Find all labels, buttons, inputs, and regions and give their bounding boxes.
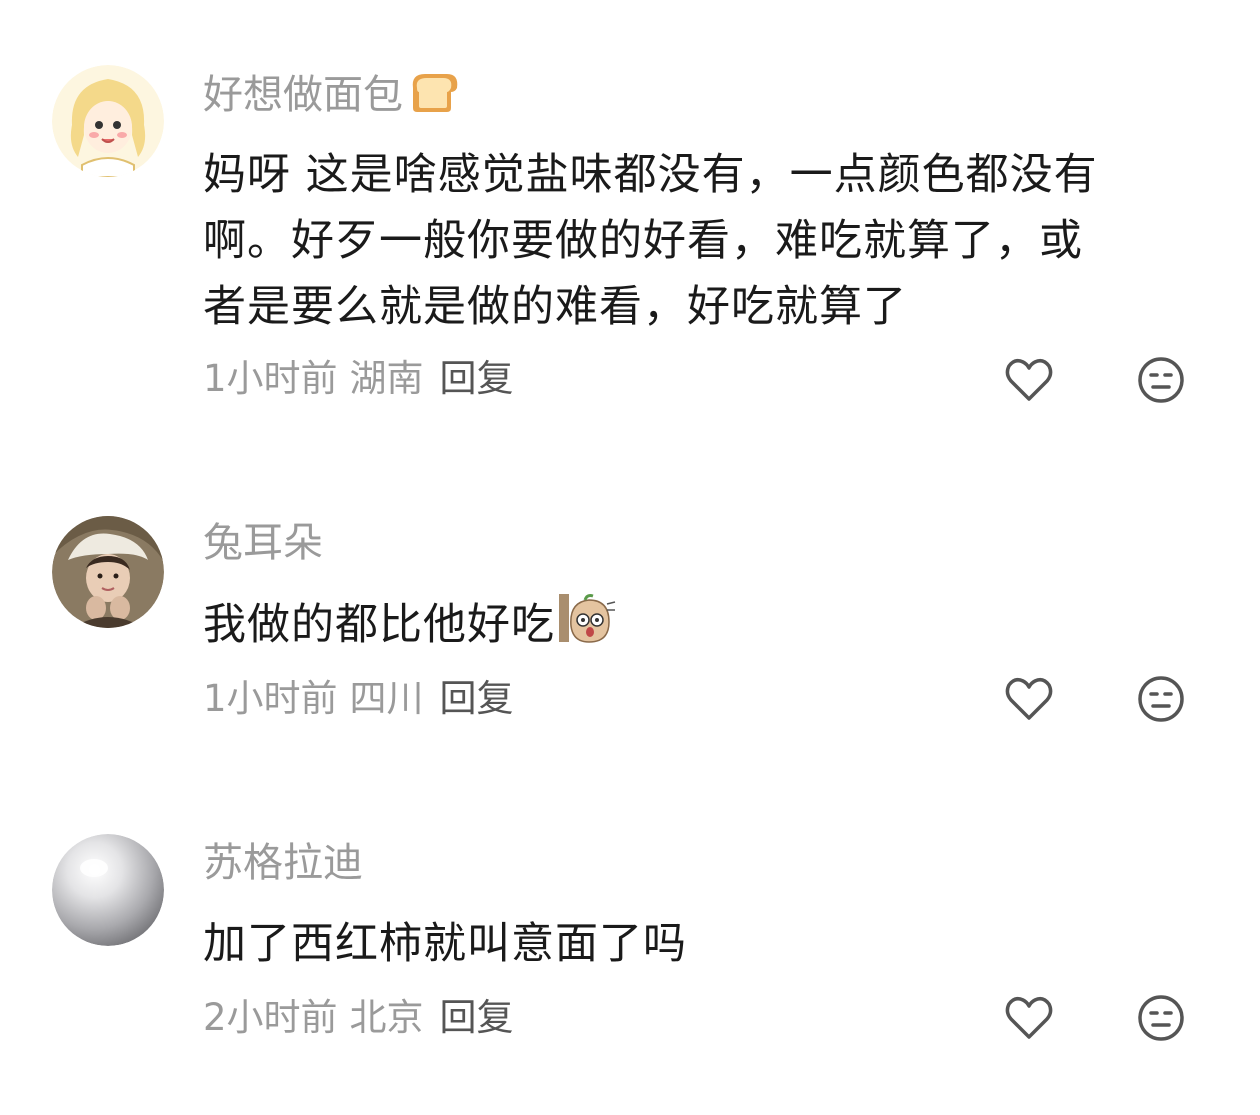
heart-outline-icon — [1005, 677, 1053, 720]
pearl-avatar-icon — [52, 834, 164, 946]
avatar[interactable] — [52, 65, 164, 177]
unamused-face-icon — [1138, 676, 1184, 722]
comment-text-content: 我做的都比他好吃 — [203, 600, 555, 650]
comment-text: 我做的都比他好吃 — [203, 592, 1203, 663]
unamused-face-icon — [1138, 357, 1184, 403]
comment-text-line: 啊。好歹一般你要做的好看，难吃就算了，或 — [203, 216, 1083, 266]
dislike-button[interactable] — [1135, 354, 1187, 406]
like-button[interactable] — [1003, 673, 1055, 725]
dislike-button[interactable] — [1135, 992, 1187, 1044]
like-button[interactable] — [1003, 354, 1055, 406]
timestamp: 1小时前 — [203, 677, 338, 720]
comment-text-line: 妈呀 这是啥感觉盐味都没有，一点颜色都没有 — [203, 150, 1098, 200]
location: 北京 — [349, 996, 424, 1039]
photo-avatar-icon — [52, 516, 164, 628]
comment-meta: 1小时前 湖南 回复 — [203, 356, 514, 402]
timestamp: 2小时前 — [203, 996, 338, 1039]
location: 湖南 — [349, 357, 424, 400]
comment-text-content: 加了西红柿就叫意面了吗 — [203, 919, 687, 969]
heart-outline-icon — [1005, 358, 1053, 401]
username-text: 苏格拉迪 — [203, 840, 363, 886]
avatar[interactable] — [52, 516, 164, 628]
avatar[interactable] — [52, 834, 164, 946]
bread-emoji-icon — [407, 68, 461, 126]
username-text: 兔耳朵 — [203, 520, 323, 566]
unamused-face-icon — [1138, 995, 1184, 1041]
cartoon-girl-avatar-icon — [52, 65, 164, 177]
shocked-peanut-sticker-icon — [559, 592, 617, 663]
reply-button[interactable]: 回复 — [440, 357, 514, 400]
like-button[interactable] — [1003, 992, 1055, 1044]
username[interactable]: 苏格拉迪 — [203, 838, 363, 888]
reply-button[interactable]: 回复 — [440, 996, 514, 1039]
comment-text: 妈呀 这是啥感觉盐味都没有，一点颜色都没有 啊。好歹一般你要做的好看，难吃就算了… — [203, 142, 1203, 340]
reply-button[interactable]: 回复 — [440, 677, 514, 720]
comment-meta: 1小时前 四川 回复 — [203, 676, 514, 722]
comment-text: 加了西红柿就叫意面了吗 — [203, 911, 1203, 977]
timestamp: 1小时前 — [203, 357, 338, 400]
username-text: 好想做面包 — [203, 72, 403, 118]
comment-text-line: 者是要么就是做的难看，好吃就算了 — [203, 282, 907, 332]
username[interactable]: 兔耳朵 — [203, 518, 323, 568]
username[interactable]: 好想做面包 — [203, 68, 461, 118]
location: 四川 — [349, 677, 424, 720]
comment-meta: 2小时前 北京 回复 — [203, 995, 514, 1041]
dislike-button[interactable] — [1135, 673, 1187, 725]
heart-outline-icon — [1005, 996, 1053, 1039]
